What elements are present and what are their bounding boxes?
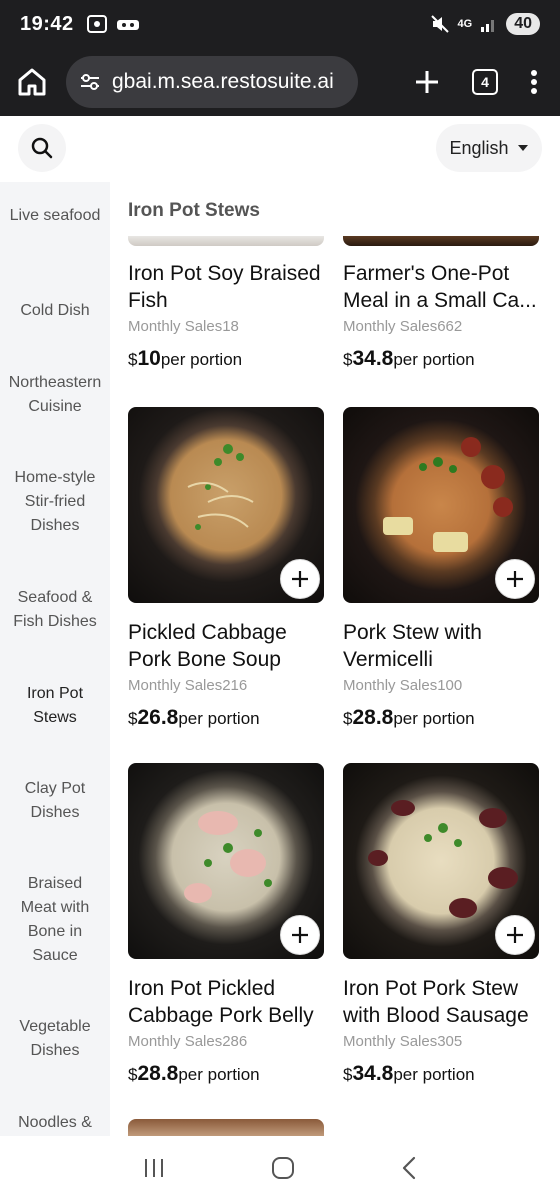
section-title: Iron Pot Stews — [128, 200, 260, 221]
sidebar-item-home-style[interactable]: Home-style Stir-fried Dishes — [0, 466, 110, 538]
home-icon[interactable] — [14, 64, 50, 100]
add-icon — [507, 927, 523, 943]
game-icon — [116, 20, 139, 30]
screenshot-icon — [86, 15, 107, 33]
dish-sales: Monthly Sales286 — [128, 1033, 248, 1050]
dish-price: $26.8per portion — [128, 706, 260, 729]
dish-card[interactable]: Pork Stew with Vermicelli Monthly Sales1… — [343, 407, 539, 730]
sidebar-item-northeastern[interactable]: Northeastern Cuisine — [0, 371, 110, 419]
dish-price: $34.8per portion — [343, 347, 475, 370]
dish-price: $34.8per portion — [343, 1062, 475, 1085]
add-icon — [292, 927, 308, 943]
dish-sales: Monthly Sales305 — [343, 1033, 463, 1050]
url-text: gbai.m.sea.restosuite.ai — [112, 70, 334, 93]
dish-image — [343, 236, 539, 246]
dish-image — [343, 407, 539, 603]
dish-image — [128, 407, 324, 603]
dish-sales: Monthly Sales216 — [128, 677, 248, 694]
add-to-cart-button[interactable] — [280, 915, 320, 955]
dish-price: $28.8per portion — [343, 706, 475, 729]
dish-sales: Monthly Sales100 — [343, 677, 463, 694]
network-type: 4G — [457, 18, 473, 30]
caret-down-icon — [517, 145, 528, 151]
dish-name: Iron Pot Pork Stew with Blood Sausage — [343, 977, 529, 1027]
dish-name: Iron Pot Soy Braised Fish — [128, 262, 321, 312]
more-icon[interactable] — [530, 69, 538, 95]
tab-switcher[interactable]: 4 — [472, 69, 498, 95]
dish-card[interactable]: Iron Pot Pickled Cabbage Pork Belly Mont… — [128, 763, 324, 1086]
browser-toolbar: gbai.m.sea.restosuite.ai 4 — [0, 48, 560, 116]
add-to-cart-button[interactable] — [495, 559, 535, 599]
sidebar-item-braised-meat[interactable]: Braised Meat with Bone in Sauce — [0, 872, 110, 968]
recents-icon[interactable] — [143, 1157, 165, 1179]
category-sidebar: Live seafood Cold Dish Northeastern Cuis… — [0, 182, 110, 1136]
dish-image — [128, 763, 324, 959]
home-nav-icon[interactable] — [271, 1156, 295, 1180]
app-header: English — [0, 116, 560, 182]
sidebar-item-noodles[interactable]: Noodles & — [0, 1111, 110, 1135]
dish-price: $28.8per portion — [128, 1062, 260, 1085]
dish-name: Iron Pot Pickled Cabbage Pork Belly — [128, 977, 314, 1027]
dish-name: Farmer's One-Pot Meal in a Small Ca... — [343, 262, 537, 312]
dish-image — [343, 763, 539, 959]
status-time: 19:42 — [20, 12, 74, 35]
add-to-cart-button[interactable] — [495, 915, 535, 955]
sidebar-item-iron-pot-stews[interactable]: Iron Pot Stews — [0, 682, 110, 730]
status-bar: 19:42 4G 40 — [0, 0, 560, 48]
url-bar[interactable]: gbai.m.sea.restosuite.ai — [66, 56, 358, 108]
dish-price: $10per portion — [128, 347, 243, 370]
dish-card[interactable]: Pickled Cabbage Pork Bone Soup Monthly S… — [128, 407, 324, 730]
dish-card[interactable]: Iron Pot Pork Stew with Blood Sausage Mo… — [343, 763, 539, 1086]
add-icon — [292, 571, 308, 587]
back-icon[interactable] — [401, 1156, 417, 1180]
battery-indicator: 40 — [506, 13, 540, 35]
dish-name: Pickled Cabbage Pork Bone Soup — [128, 621, 287, 671]
dish-name: Pork Stew with Vermicelli — [343, 621, 482, 671]
sidebar-item-vegetable[interactable]: Vegetable Dishes — [0, 1015, 110, 1063]
plus-icon[interactable] — [414, 69, 440, 95]
signal-icon — [481, 20, 495, 32]
mute-icon — [430, 15, 449, 33]
sidebar-item-clay-pot[interactable]: Clay Pot Dishes — [0, 777, 110, 825]
search-icon — [31, 137, 53, 159]
sidebar-item-seafood-fish[interactable]: Seafood & Fish Dishes — [0, 586, 110, 634]
add-to-cart-button[interactable] — [280, 559, 320, 599]
add-icon — [507, 571, 523, 587]
sidebar-item-cold-dish[interactable]: Cold Dish — [0, 299, 110, 323]
dish-card[interactable]: Iron Pot Soy Braised Fish Monthly Sales1… — [128, 246, 324, 371]
language-label: English — [449, 137, 509, 158]
tune-icon[interactable] — [78, 70, 102, 94]
menu-content: Iron Pot Stews Iron Pot Soy Braised Fish… — [110, 182, 560, 1136]
dish-sales: Monthly Sales18 — [128, 318, 239, 335]
sidebar-item-live-seafood[interactable]: Live seafood — [0, 204, 110, 228]
dish-sales: Monthly Sales662 — [343, 318, 463, 335]
dish-image — [128, 236, 324, 246]
dish-card[interactable]: Farmer's One-Pot Meal in a Small Ca... M… — [343, 246, 539, 371]
language-selector[interactable]: English — [436, 124, 542, 172]
dish-image — [128, 1119, 324, 1136]
search-button[interactable] — [18, 124, 66, 172]
system-nav-bar — [0, 1136, 560, 1200]
